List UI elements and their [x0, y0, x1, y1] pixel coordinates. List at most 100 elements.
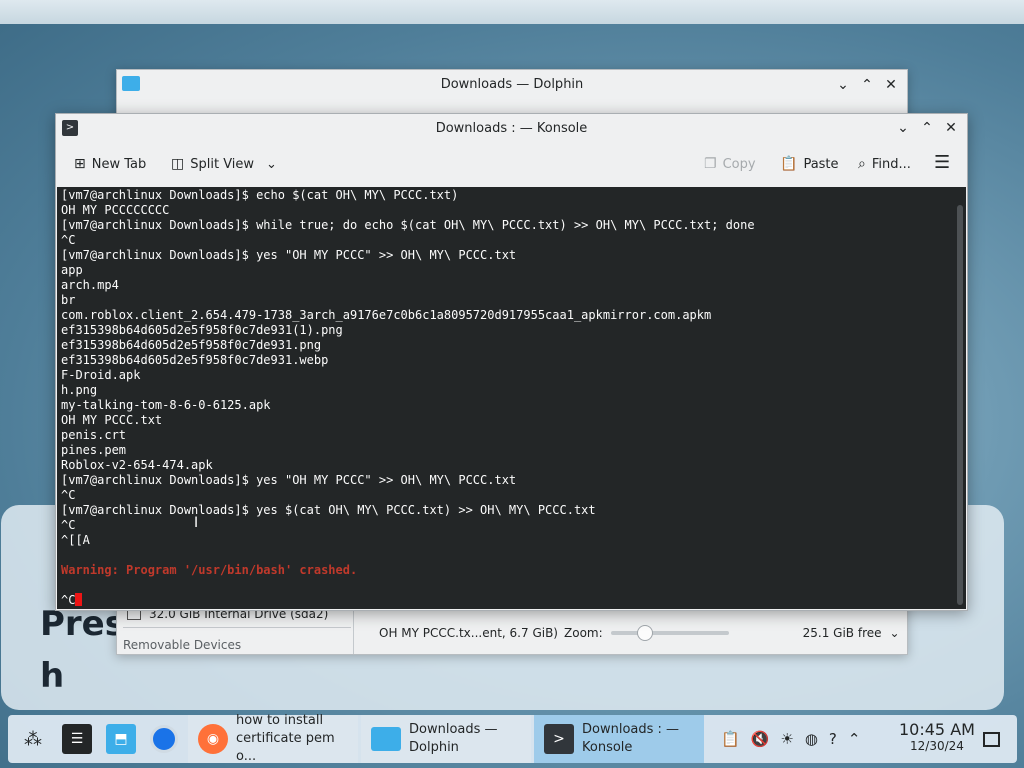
zoom-label: Zoom: — [564, 626, 603, 640]
crash-warning: Warning: Program '/usr/bin/bash' crashed… — [61, 563, 358, 577]
close-icon[interactable]: ✕ — [883, 77, 899, 93]
terminal-line: h.png — [61, 383, 98, 397]
task-konsole[interactable]: > Downloads : — Konsole — [534, 715, 704, 763]
chevron-up-icon[interactable]: ⌃ — [848, 730, 861, 748]
terminal-line: [vm7@archlinux Downloads]$ while true; d… — [61, 218, 755, 232]
terminal-scrollbar[interactable] — [957, 205, 963, 605]
volume-muted-icon[interactable]: 🔇 — [751, 730, 770, 748]
find-button[interactable]: ⌕ Find... — [858, 156, 911, 172]
brightness-icon[interactable]: ☀ — [780, 730, 793, 748]
konsole-window[interactable]: > Downloads : — Konsole ⌄ ⌃ ✕ ⊞ New Tab … — [55, 113, 968, 611]
task-firefox-label: how to install certificate pem o... — [236, 713, 335, 764]
sidebar-section-removable: Removable Devices — [123, 638, 242, 652]
terminal-line: OH MY PCCCCCCCC — [61, 203, 170, 217]
zoom-slider-handle[interactable] — [636, 625, 653, 641]
show-desktop-button[interactable] — [983, 715, 1000, 763]
chevron-down-icon[interactable]: ⌄ — [890, 626, 900, 640]
sidebar-divider — [123, 627, 351, 628]
terminal-line: ef315398b64d605d2e5f958f0c7de931.webp — [61, 353, 329, 367]
browser-icon — [150, 725, 178, 753]
terminal-view[interactable]: [vm7@archlinux Downloads]$ echo $(cat OH… — [57, 187, 966, 609]
chevron-down-icon: ⌄ — [266, 156, 277, 172]
copy-label: Copy — [722, 156, 756, 172]
terminal-cursor — [75, 593, 83, 606]
copy-icon: ❐ — [704, 156, 717, 172]
close-icon[interactable]: ✕ — [943, 120, 959, 136]
new-tab-label: New Tab — [91, 156, 147, 172]
show-desktop-icon — [983, 731, 1000, 747]
dolphin-window-title: Downloads — Dolphin — [440, 77, 584, 92]
terminal-output-lines: [vm7@archlinux Downloads]$ echo $(cat OH… — [61, 188, 755, 547]
app-launcher-icon: ⁂ — [24, 728, 42, 750]
split-view-label: Split View — [190, 156, 255, 172]
terminal-line: Roblox-v2-654-474.apk — [61, 458, 213, 472]
terminal-line: pines.pem — [61, 443, 127, 457]
new-tab-button[interactable]: ⊞ New Tab — [74, 156, 146, 172]
split-view-button[interactable]: ◫ Split View ⌄ — [171, 156, 277, 172]
konsole-titlebar[interactable]: > Downloads : — Konsole ⌄ ⌃ ✕ — [56, 114, 967, 142]
chromium-button[interactable] — [150, 715, 178, 763]
terminal-line: penis.crt — [61, 428, 127, 442]
konsole-window-title: Downloads : — Konsole — [435, 120, 588, 136]
new-tab-icon: ⊞ — [74, 156, 86, 172]
help-icon[interactable]: ? — [829, 730, 837, 748]
maximize-icon[interactable]: ⌃ — [919, 120, 935, 136]
search-icon: ⌕ — [858, 156, 866, 172]
zoom-slider[interactable] — [610, 625, 729, 641]
task-dolphin-label: Downloads — Dolphin — [409, 722, 498, 755]
firefox-icon: ◉ — [198, 724, 228, 754]
task-firefox[interactable]: ◉ how to install certificate pem o... — [188, 713, 358, 764]
paste-icon: 📋 — [780, 156, 798, 172]
clock-date: 12/30/24 — [910, 739, 964, 753]
settings-icon: ☰ — [62, 724, 92, 754]
clipboard-icon[interactable]: 📋 — [721, 730, 740, 748]
paste-label: Paste — [803, 156, 839, 172]
system-tray: 📋 🔇 ☀ ◍ ? ⌃ — [721, 715, 860, 763]
task-dolphin[interactable]: Downloads — Dolphin — [361, 715, 531, 763]
desktop-top-band — [0, 0, 1024, 24]
dolphin-statusbar: OH MY PCCC.tx...ent, 6.7 GiB) Zoom: 25.1… — [379, 625, 900, 641]
maximize-icon[interactable]: ⌃ — [859, 77, 875, 93]
terminal-line: ^C — [61, 233, 76, 247]
status-file-info: OH MY PCCC.tx...ent, 6.7 GiB) — [379, 626, 558, 640]
find-label: Find... — [871, 156, 911, 172]
terminal-line: ^C — [61, 518, 76, 532]
dolphin-titlebar[interactable]: Downloads — Dolphin ⌄ ⌃ ✕ — [117, 70, 907, 99]
task-konsole-label: Downloads : — Konsole — [582, 722, 680, 755]
terminal-line: my-talking-tom-8-6-0-6125.apk — [61, 398, 271, 412]
clock-time: 10:45 AM — [899, 720, 975, 739]
terminal-line: [vm7@archlinux Downloads]$ yes "OH MY PC… — [61, 473, 517, 487]
free-space-label[interactable]: 25.1 GiB free — [803, 626, 882, 640]
copy-button[interactable]: ❐ Copy — [704, 156, 756, 172]
menu-icon: ☰ — [934, 152, 951, 173]
taskbar: ⁂ ☰ ⬒ ◉ how to install certificate pem o… — [8, 713, 1017, 764]
terminal-prompt-tail: ^C — [61, 593, 76, 607]
terminal-line: arch.mp4 — [61, 278, 119, 292]
terminal-line: com.roblox.client_2.654.479-1738_3arch_a… — [61, 308, 712, 322]
terminal-line: ^[[A — [61, 533, 90, 547]
discover-button[interactable]: ⬒ — [106, 715, 136, 763]
terminal-line: app — [61, 263, 83, 277]
split-view-icon: ◫ — [171, 156, 185, 172]
digital-clock[interactable]: 10:45 AM 12/30/24 — [899, 720, 975, 754]
terminal-line: ef315398b64d605d2e5f958f0c7de931.png — [61, 338, 322, 352]
text-cursor-icon: I — [194, 515, 199, 531]
terminal-line: ef315398b64d605d2e5f958f0c7de931(1).png — [61, 323, 343, 337]
desktop-bg-text-2: h — [40, 656, 65, 696]
folder-icon — [371, 727, 401, 751]
system-settings-button[interactable]: ☰ — [62, 715, 92, 763]
app-launcher-button[interactable]: ⁂ — [18, 715, 48, 763]
terminal-icon: > — [544, 724, 574, 754]
terminal-line: br — [61, 293, 76, 307]
store-icon: ⬒ — [106, 724, 136, 754]
minimize-icon[interactable]: ⌄ — [835, 77, 851, 93]
network-icon[interactable]: ◍ — [805, 730, 818, 748]
paste-button[interactable]: 📋 Paste — [780, 156, 839, 172]
hamburger-menu-button[interactable]: ☰ — [934, 152, 950, 173]
terminal-line: F-Droid.apk — [61, 368, 141, 382]
minimize-icon[interactable]: ⌄ — [895, 120, 911, 136]
terminal-line: [vm7@archlinux Downloads]$ echo $(cat OH… — [61, 188, 459, 202]
terminal-line: ^C — [61, 488, 76, 502]
konsole-toolbar: ⊞ New Tab ◫ Split View ⌄ ❐ Copy 📋 Paste … — [56, 142, 967, 187]
terminal-output: [vm7@archlinux Downloads]$ echo $(cat OH… — [61, 188, 755, 608]
